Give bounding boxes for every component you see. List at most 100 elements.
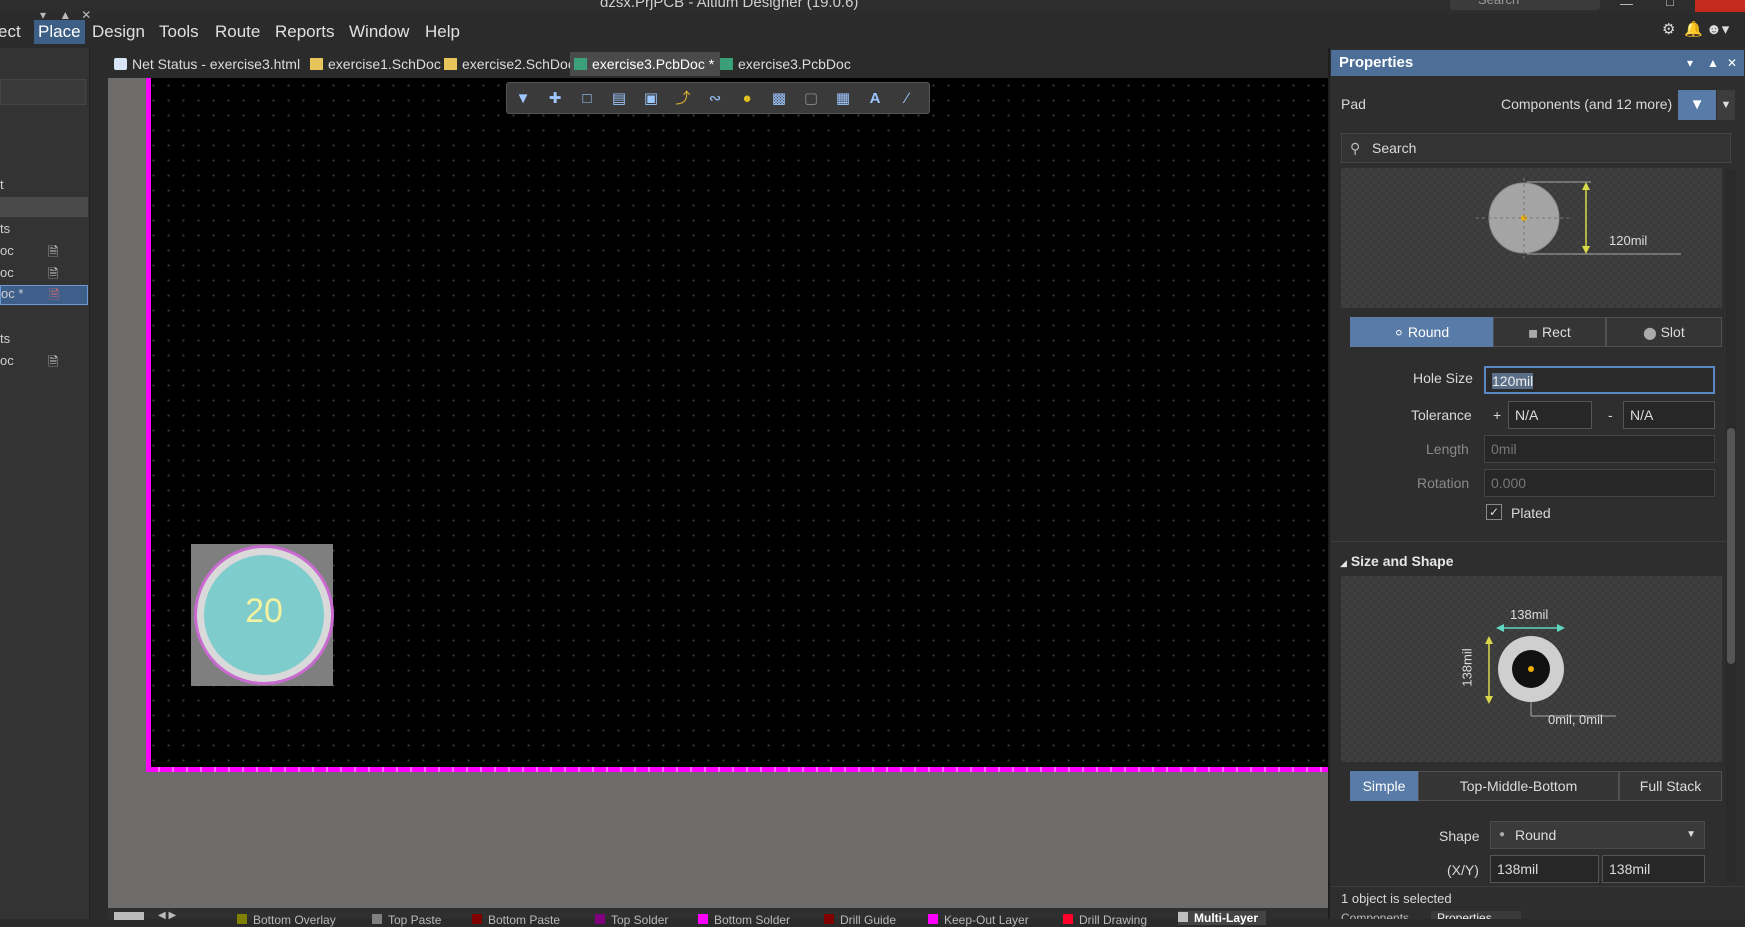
layer-nav-arrows[interactable]: ◀ ▶ (158, 910, 176, 921)
shape-select[interactable]: ● Round ▼ (1490, 821, 1705, 849)
component-icon[interactable]: ▣ (639, 88, 663, 110)
layer-color-swatch (1063, 914, 1073, 924)
line-icon[interactable]: ∕ (895, 88, 919, 110)
document-icon: 🗎 (48, 244, 59, 259)
window-close-button[interactable] (1695, 0, 1745, 12)
tree-item[interactable]: t (0, 177, 88, 197)
rotation-input[interactable]: 0.000 (1484, 469, 1715, 497)
panel-controls[interactable]: ▾ ▲ ✕ (40, 8, 91, 22)
maximize-icon[interactable]: □ (1666, 0, 1674, 9)
menu-reports[interactable]: Reports (271, 20, 339, 44)
hole-size-input[interactable]: 120mil (1484, 366, 1715, 394)
menu-place[interactable]: Place (34, 20, 85, 44)
crosshair-icon[interactable]: ✚ (543, 88, 567, 110)
layer-tab-top-paste[interactable]: Top Paste (372, 913, 441, 927)
select-rect-icon[interactable]: □ (575, 88, 599, 110)
hole-shape-slot[interactable]: ⬤ Slot (1606, 317, 1722, 347)
polygon-icon[interactable]: ▩ (767, 88, 791, 110)
tab-exercise2-schdoc[interactable]: exercise2.SchDoc (440, 52, 581, 76)
via-icon[interactable]: ● (735, 88, 759, 110)
gear-icon[interactable]: ⚙ (1662, 20, 1675, 38)
pcb-doc-icon (720, 58, 733, 70)
panel-tab-components[interactable]: Components (1331, 911, 1431, 919)
menu-help[interactable]: Help (421, 20, 464, 44)
dimension-icon[interactable]: ▦ (831, 88, 855, 110)
tree-folder[interactable]: ts (0, 331, 88, 351)
pad-designator: 20 (245, 592, 283, 630)
minimize-icon[interactable]: — (1620, 0, 1633, 11)
tab-exercise3-pcbdoc[interactable]: exercise3.PcbDoc (716, 52, 857, 76)
menu-bar: ect Place Design Tools Route Reports Win… (0, 14, 1745, 48)
tab-net-status[interactable]: Net Status - exercise3.html (110, 52, 306, 76)
tree-item[interactable]: oc 🗎 (0, 353, 88, 373)
layer-tab-bottom-solder[interactable]: Bottom Solder (698, 913, 790, 927)
menu-design[interactable]: Design (88, 20, 149, 44)
pin-icon[interactable]: ▲ (1707, 56, 1719, 70)
panel-tab-properties[interactable]: Properties (1431, 911, 1521, 919)
panel-menu-icon[interactable]: ▾ (1687, 56, 1693, 70)
layer-tab-bottom-overlay[interactable]: Bottom Overlay (237, 913, 336, 927)
layer-tab-drill-drawing[interactable]: Drill Drawing (1063, 913, 1147, 927)
align-icon[interactable]: ▤ (607, 88, 631, 110)
tolerance-plus-sign: + (1493, 407, 1502, 423)
panel-search-input[interactable] (0, 79, 86, 105)
layer-tab-keepout[interactable]: Keep-Out Layer (928, 913, 1029, 927)
document-icon: 🗎 (48, 354, 59, 369)
properties-search-input[interactable]: ⚲ Search (1341, 133, 1731, 163)
bell-icon[interactable]: 🔔 (1684, 20, 1703, 38)
stack-mode-top-middle-bottom[interactable]: Top-Middle-Bottom (1418, 771, 1619, 801)
filter-dropdown-button[interactable]: ▼ (1717, 90, 1735, 120)
hole-dimension-label: 120mil (1609, 233, 1648, 248)
selection-filter-text: Components (and 12 more) (1501, 96, 1673, 112)
length-input[interactable]: 0mil (1484, 435, 1715, 463)
layer-tab-drill-guide[interactable]: Drill Guide (824, 913, 896, 927)
tree-folder[interactable]: ts (0, 221, 88, 241)
html-doc-icon (114, 58, 127, 70)
tree-item-active[interactable]: oc * 🗎 (0, 285, 88, 305)
menu-project[interactable]: ect (0, 20, 25, 44)
hole-shape-rect[interactable]: ◼ Rect (1493, 317, 1606, 347)
stack-mode-full-stack[interactable]: Full Stack (1619, 771, 1722, 801)
tree-item-selected-group[interactable] (0, 197, 88, 217)
tab-exercise1-schdoc[interactable]: exercise1.SchDoc (306, 52, 447, 76)
menu-window[interactable]: Window (345, 20, 413, 44)
properties-scroll-thumb[interactable] (1727, 428, 1735, 664)
menu-tools[interactable]: Tools (155, 20, 203, 44)
tree-item[interactable]: oc 🗎 (0, 265, 88, 285)
route-icon[interactable]: ⤴ (671, 88, 695, 110)
tolerance-plus-input[interactable]: N/A (1508, 401, 1592, 429)
menu-route[interactable]: Route (211, 20, 264, 44)
modified-document-icon: 🗎 (49, 287, 60, 302)
hole-size-label: Hole Size (1413, 370, 1473, 386)
close-icon[interactable]: ✕ (1727, 56, 1737, 70)
tree-item[interactable]: oc 🗎 (0, 243, 88, 263)
title-search-input[interactable]: Search (1450, 0, 1600, 10)
shape-label: Shape (1439, 828, 1480, 844)
document-tab-bar: Net Status - exercise3.html exercise1.Sc… (110, 48, 1328, 78)
window-title: dzsx.PrjPCB - Altium Designer (19.0.6) (600, 0, 859, 11)
layer-tab-bottom-paste[interactable]: Bottom Paste (472, 913, 560, 927)
interactive-route-icon[interactable]: ∾ (703, 88, 727, 110)
size-x-input[interactable]: 138mil (1490, 855, 1599, 883)
layer-tab-top-solder[interactable]: Top Solder (595, 913, 668, 927)
filter-button[interactable]: ▼ (1678, 90, 1716, 120)
layer-tab-multi-layer[interactable]: Multi-Layer (1178, 911, 1267, 925)
text-icon[interactable]: A (863, 88, 887, 110)
pad-shape-drawing (1485, 624, 1616, 717)
hole-shape-round[interactable]: ⚪ Round (1350, 317, 1493, 347)
search-icon: ⚲ (1350, 140, 1361, 156)
tolerance-minus-input[interactable]: N/A (1623, 401, 1715, 429)
tab-exercise3-pcbdoc-modified[interactable]: exercise3.PcbDoc * (570, 52, 721, 76)
stack-mode-simple[interactable]: Simple (1350, 771, 1418, 801)
checkmark-icon: ✓ (1488, 505, 1500, 519)
plated-checkbox[interactable]: ✓ (1486, 504, 1502, 520)
size-y-input[interactable]: 138mil (1602, 855, 1705, 883)
keepout-icon[interactable]: ▢ (799, 88, 823, 110)
user-icon[interactable]: ☻▾ (1706, 20, 1729, 38)
filter-icon[interactable]: ▼ (511, 88, 535, 110)
active-bar-toolbar: ▼ ✚ □ ▤ ▣ ⤴ ∾ ● ▩ ▢ ▦ A ∕ (506, 82, 930, 114)
selection-status: 1 object is selected (1341, 891, 1452, 906)
document-icon: 🗎 (48, 266, 59, 281)
size-shape-section-header[interactable]: ◢ Size and Shape (1340, 553, 1454, 569)
pad-shape-preview: 138mil 138mil 0mil, 0mil (1341, 576, 1722, 762)
